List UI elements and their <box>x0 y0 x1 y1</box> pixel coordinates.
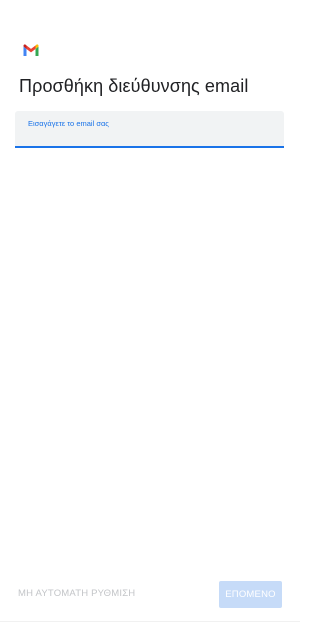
next-button[interactable]: ΕΠΟΜΕΝΟ <box>219 581 282 608</box>
gmail-logo-icon <box>23 44 39 56</box>
bottom-divider <box>0 621 300 622</box>
email-field-label: Εισαγάγετε το email σας <box>28 119 109 128</box>
email-input[interactable] <box>27 130 272 144</box>
manual-setup-button[interactable]: ΜΗ ΑΥΤΟΜΑΤΗ ΡΥΘΜΙΣΗ <box>18 588 135 599</box>
page-title: Προσθήκη διεύθυνσης email <box>19 76 249 96</box>
email-field[interactable]: Εισαγάγετε το email σας <box>15 111 284 148</box>
